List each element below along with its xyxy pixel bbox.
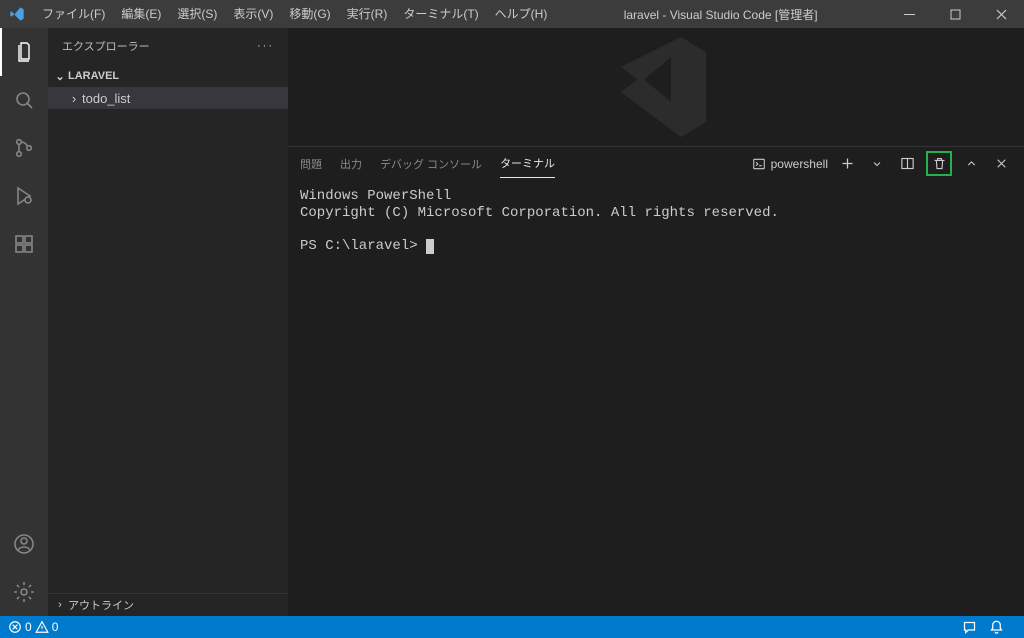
activity-settings-icon[interactable]: [0, 568, 48, 616]
outline-label: アウトライン: [68, 597, 134, 613]
minimize-button[interactable]: [886, 0, 932, 28]
kill-terminal-button[interactable]: [928, 153, 950, 175]
terminal-prompt: PS C:\laravel>: [300, 238, 426, 254]
sidebar-header: エクスプローラー ···: [48, 28, 288, 63]
tab-debug-console[interactable]: デバッグ コンソール: [380, 156, 482, 172]
terminal-line: Copyright (C) Microsoft Corporation. All…: [300, 205, 779, 221]
maximize-button[interactable]: [932, 0, 978, 28]
highlight-annotation: [926, 151, 952, 176]
split-terminal-button[interactable]: [896, 153, 918, 175]
terminal-content[interactable]: Windows PowerShell Copyright (C) Microso…: [288, 180, 1024, 616]
menu-bar: ファイル(F) 編集(E) 選択(S) 表示(V) 移動(G) 実行(R) ター…: [34, 0, 555, 28]
status-problems[interactable]: 0 0: [8, 620, 58, 634]
new-terminal-button[interactable]: [836, 153, 858, 175]
sidebar-title: エクスプローラー: [62, 38, 150, 54]
sidebar-bottom: › アウトライン: [48, 593, 288, 616]
editor-empty: [288, 28, 1024, 146]
terminal-dropdown-icon[interactable]: [866, 153, 888, 175]
menu-help[interactable]: ヘルプ(H): [487, 0, 556, 28]
vscode-watermark-icon: [596, 27, 716, 147]
window-title: laravel - Visual Studio Code [管理者]: [555, 6, 886, 23]
warning-count: 0: [52, 620, 59, 634]
trash-icon: [932, 156, 947, 171]
bottom-panel: 問題 出力 デバッグ コンソール ターミナル powershell: [288, 146, 1024, 616]
window-controls: [886, 0, 1024, 28]
warning-icon: [35, 620, 49, 634]
tab-output[interactable]: 出力: [340, 156, 362, 172]
panel-tabs: 問題 出力 デバッグ コンソール ターミナル powershell: [288, 147, 1024, 180]
project-name: LARAVEL: [68, 70, 119, 82]
terminal-line: Windows PowerShell: [300, 188, 451, 204]
main-area: エクスプローラー ··· ⌄ LARAVEL › todo_list › アウト…: [0, 28, 1024, 616]
outline-section[interactable]: › アウトライン: [48, 594, 288, 616]
chevron-down-icon: ⌄: [52, 70, 68, 83]
menu-run[interactable]: 実行(R): [339, 0, 396, 28]
error-count: 0: [25, 620, 32, 634]
title-bar: ファイル(F) 編集(E) 選択(S) 表示(V) 移動(G) 実行(R) ター…: [0, 0, 1024, 28]
explorer-folder-section: ⌄ LARAVEL › todo_list: [48, 63, 288, 111]
maximize-panel-button[interactable]: [960, 153, 982, 175]
chevron-right-icon: ›: [66, 91, 82, 106]
activity-extensions-icon[interactable]: [0, 220, 48, 268]
menu-terminal[interactable]: ターミナル(T): [395, 0, 486, 28]
explorer-item-todo-list[interactable]: › todo_list: [48, 87, 288, 109]
activity-bar: [0, 28, 48, 616]
menu-go[interactable]: 移動(G): [281, 0, 338, 28]
menu-selection[interactable]: 選択(S): [169, 0, 225, 28]
terminal-shell-select[interactable]: powershell: [752, 157, 828, 171]
menu-file[interactable]: ファイル(F): [34, 0, 113, 28]
activity-source-control-icon[interactable]: [0, 124, 48, 172]
vscode-logo-icon: [0, 6, 34, 22]
chevron-right-icon: ›: [52, 599, 68, 611]
explorer-item-label: todo_list: [82, 91, 130, 106]
activity-run-icon[interactable]: [0, 172, 48, 220]
menu-edit[interactable]: 編集(E): [113, 0, 169, 28]
editor-area: 問題 出力 デバッグ コンソール ターミナル powershell: [288, 28, 1024, 616]
status-bar: 0 0: [0, 616, 1024, 638]
activity-account-icon[interactable]: [0, 520, 48, 568]
close-panel-button[interactable]: [990, 153, 1012, 175]
terminal-cursor: [426, 239, 434, 254]
sidebar-more-icon[interactable]: ···: [257, 40, 274, 52]
tab-terminal[interactable]: ターミナル: [500, 155, 555, 178]
sidebar-explorer: エクスプローラー ··· ⌄ LARAVEL › todo_list › アウト…: [48, 28, 288, 616]
activity-explorer-icon[interactable]: [0, 28, 48, 76]
status-feedback-icon[interactable]: [962, 620, 977, 635]
terminal-icon: [752, 157, 766, 171]
activity-search-icon[interactable]: [0, 76, 48, 124]
menu-view[interactable]: 表示(V): [225, 0, 281, 28]
explorer-root-folder[interactable]: ⌄ LARAVEL: [48, 65, 288, 87]
panel-actions: powershell: [752, 151, 1012, 176]
shell-label: powershell: [771, 157, 828, 171]
tab-problems[interactable]: 問題: [300, 156, 322, 172]
status-notifications-icon[interactable]: [989, 620, 1004, 635]
error-icon: [8, 620, 22, 634]
close-button[interactable]: [978, 0, 1024, 28]
